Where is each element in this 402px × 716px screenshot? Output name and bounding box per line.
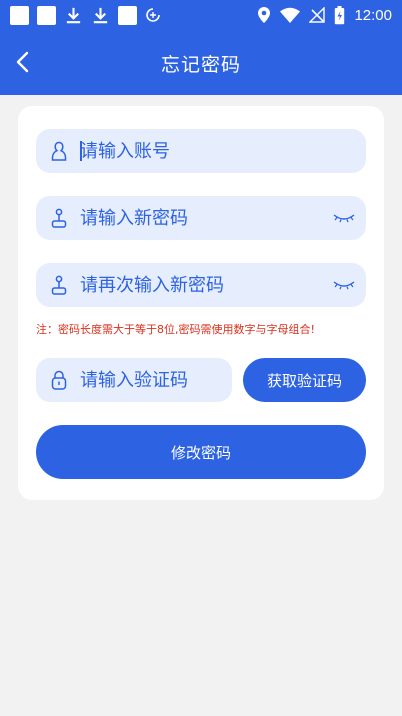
status-time: 12:00 <box>354 6 392 24</box>
download-icon <box>93 7 108 23</box>
location-icon <box>258 7 271 23</box>
no-signal-icon <box>309 7 326 23</box>
verification-code-input[interactable] <box>80 358 225 402</box>
wifi-icon <box>280 7 301 23</box>
form-card: 注：密码长度需大于等于8位,密码需使用数字与字母组合! 获取验证码 修改密码 <box>18 106 384 500</box>
change-password-button[interactable]: 修改密码 <box>36 425 366 479</box>
status-left-icons <box>10 5 161 25</box>
app-header: 12:00 忘记密码 <box>0 0 402 95</box>
confirm-password-input[interactable] <box>80 263 320 307</box>
new-password-input[interactable] <box>80 196 320 240</box>
padlock-icon <box>51 370 67 390</box>
password-rule-note: 注：密码长度需大于等于8位,密码需使用数字与字母组合! <box>36 323 315 336</box>
user-icon <box>51 141 67 161</box>
page-title: 忘记密码 <box>160 54 241 76</box>
eye-closed-icon[interactable] <box>332 277 356 293</box>
notification-square-icon <box>10 5 29 25</box>
account-field[interactable] <box>36 129 366 173</box>
confirm-password-field[interactable] <box>36 263 366 307</box>
account-input[interactable] <box>80 129 320 173</box>
new-password-field[interactable] <box>36 196 366 240</box>
status-right-icons: 12:00 <box>257 4 392 26</box>
verification-code-field[interactable] <box>36 358 232 402</box>
data-saver-icon <box>146 8 160 22</box>
status-bar: 12:00 <box>0 0 402 30</box>
get-code-button[interactable]: 获取验证码 <box>243 358 366 402</box>
lock-key-icon <box>51 275 67 295</box>
lock-key-icon <box>51 208 67 228</box>
nav-bar: 忘记密码 <box>0 40 402 84</box>
eye-closed-icon[interactable] <box>332 210 356 226</box>
notification-square-icon <box>118 5 137 25</box>
download-icon <box>66 7 81 23</box>
notification-square-icon <box>37 5 56 25</box>
battery-charging-icon <box>335 5 345 24</box>
